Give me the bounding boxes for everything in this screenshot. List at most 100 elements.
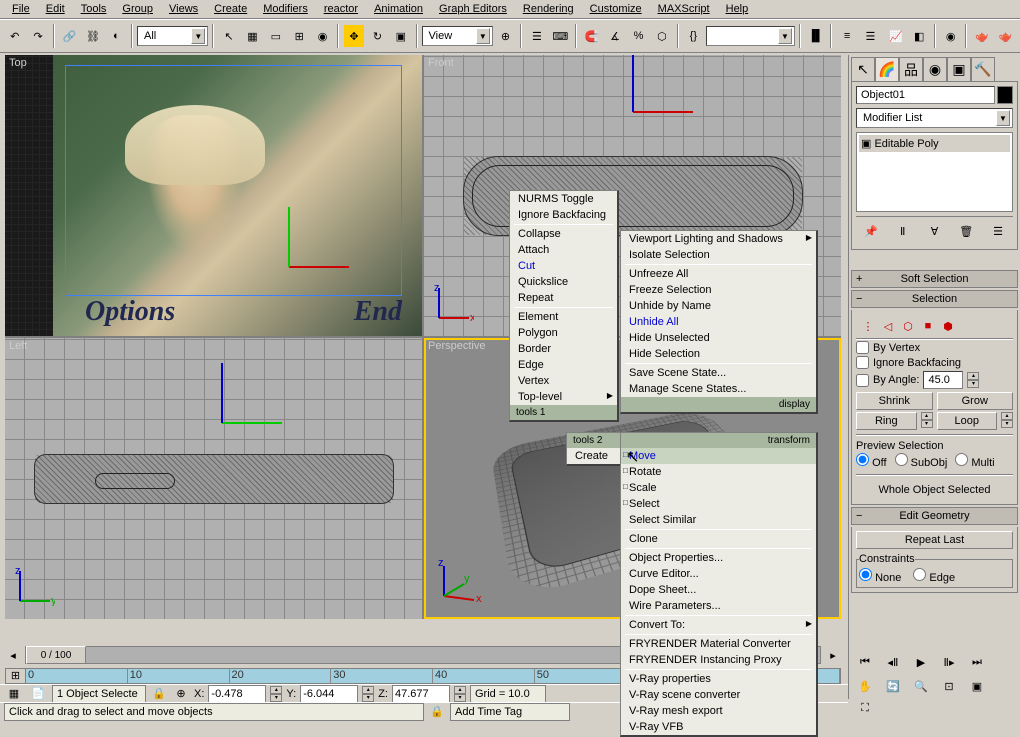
menu-group[interactable]: Group bbox=[114, 1, 161, 17]
angle-snap-button[interactable]: ∡ bbox=[604, 24, 625, 48]
tab-utilities[interactable]: 🔨 bbox=[971, 57, 995, 81]
object-name-input[interactable] bbox=[856, 86, 995, 104]
menu-customize[interactable]: Customize bbox=[582, 1, 650, 17]
ring-button[interactable]: Ring bbox=[856, 412, 917, 430]
ctx-fry-mat[interactable]: FRYRENDER Material Converter bbox=[621, 636, 816, 652]
ctx-freeze[interactable]: Freeze Selection bbox=[621, 282, 816, 298]
ctx-vray-props[interactable]: V-Ray properties bbox=[621, 671, 816, 687]
align-button[interactable]: ≡ bbox=[836, 24, 857, 48]
constraint-none-radio[interactable] bbox=[859, 568, 872, 581]
ctx-hide-unsel[interactable]: Hide Unselected bbox=[621, 330, 816, 346]
ctx-select[interactable]: Select bbox=[621, 496, 816, 512]
ctx-vertex[interactable]: Vertex bbox=[510, 373, 617, 389]
ctx-move[interactable]: Move bbox=[621, 448, 816, 464]
tab-motion[interactable]: ◉ bbox=[923, 57, 947, 81]
subobj-vertex-icon[interactable]: ⋮ bbox=[860, 318, 876, 334]
pin-stack-button[interactable]: 📌 bbox=[861, 221, 881, 241]
x-spinner[interactable]: ▴▾ bbox=[270, 686, 282, 702]
tab-hierarchy[interactable]: 品 bbox=[899, 57, 923, 81]
object-color-swatch[interactable] bbox=[997, 86, 1013, 104]
subobj-edge-icon[interactable]: ◁ bbox=[880, 318, 896, 334]
rollout-editgeom[interactable]: Edit Geometry bbox=[851, 507, 1018, 525]
loop-button[interactable]: Loop bbox=[937, 412, 998, 430]
menu-rendering[interactable]: Rendering bbox=[515, 1, 582, 17]
ctx-cut[interactable]: Cut bbox=[510, 258, 617, 274]
byvertex-checkbox[interactable] bbox=[856, 341, 869, 354]
grow-button[interactable]: Grow bbox=[937, 392, 1014, 410]
rotate-button[interactable]: ↻ bbox=[367, 24, 388, 48]
curve-editor-button[interactable]: 📈 bbox=[885, 24, 906, 48]
tab-modify[interactable]: 🌈 bbox=[875, 57, 899, 81]
select-paint-button[interactable]: ◉ bbox=[312, 24, 333, 48]
ctx-border[interactable]: Border bbox=[510, 341, 617, 357]
zoom-button[interactable]: 🔍 bbox=[908, 676, 934, 696]
configure-button[interactable]: ☰ bbox=[988, 221, 1008, 241]
ctx-vp-lighting[interactable]: Viewport Lighting and Shadows bbox=[621, 231, 816, 247]
goto-start-button[interactable]: ⏮ bbox=[852, 652, 878, 672]
menu-help[interactable]: Help bbox=[718, 1, 757, 17]
z-coord-input[interactable]: 47.677 bbox=[392, 685, 450, 703]
zoom-all-button[interactable]: ⊡ bbox=[936, 676, 962, 696]
move-button[interactable]: ✥ bbox=[343, 24, 364, 48]
link-button[interactable]: 🔗 bbox=[59, 24, 80, 48]
angle-input[interactable] bbox=[923, 371, 963, 389]
menu-file[interactable]: File bbox=[4, 1, 38, 17]
ctx-wireparams[interactable]: Wire Parameters... bbox=[621, 598, 816, 614]
menu-create[interactable]: Create bbox=[206, 1, 255, 17]
selection-filter-combo[interactable]: All▼ bbox=[137, 26, 208, 46]
named-selset-combo[interactable]: ▼ bbox=[706, 26, 795, 46]
viewport-left[interactable]: Left yz bbox=[5, 338, 422, 619]
preview-multi-radio[interactable] bbox=[955, 453, 968, 466]
time-prev-button[interactable]: ◂ bbox=[5, 643, 21, 667]
render-button[interactable]: 🫖 bbox=[995, 24, 1016, 48]
rollout-selection[interactable]: Selection bbox=[851, 290, 1018, 308]
ctx-nurms[interactable]: NURMS Toggle bbox=[510, 191, 617, 207]
select-button[interactable]: ↖ bbox=[218, 24, 239, 48]
maximize-viewport-button[interactable]: ⛶ bbox=[852, 698, 878, 718]
ctx-rotate[interactable]: Rotate bbox=[621, 464, 816, 480]
ctx-manage-state[interactable]: Manage Scene States... bbox=[621, 381, 816, 397]
modifier-stack[interactable]: ▣ Editable Poly bbox=[856, 132, 1013, 212]
layers-button[interactable]: ☰ bbox=[860, 24, 881, 48]
ctx-repeat[interactable]: Repeat bbox=[510, 290, 617, 306]
ctx-clone[interactable]: Clone bbox=[621, 531, 816, 547]
bind-button[interactable]: ◐ bbox=[106, 24, 127, 48]
ctx-curveeditor[interactable]: Curve Editor... bbox=[621, 566, 816, 582]
ctx-select-similar[interactable]: Select Similar bbox=[621, 512, 816, 528]
ctx-polygon[interactable]: Polygon bbox=[510, 325, 617, 341]
schematic-button[interactable]: ◧ bbox=[909, 24, 930, 48]
preview-subobj-radio[interactable] bbox=[895, 453, 908, 466]
subobj-element-icon[interactable]: ⬢ bbox=[940, 318, 956, 334]
viewport-top[interactable]: Top Options End bbox=[5, 55, 422, 336]
time-thumb[interactable]: 0 / 100 bbox=[26, 646, 86, 664]
repeatlast-button[interactable]: Repeat Last bbox=[856, 531, 1013, 549]
rollout-softsel[interactable]: Soft Selection bbox=[851, 270, 1018, 288]
refsys-combo[interactable]: View▼ bbox=[422, 26, 493, 46]
remove-mod-button[interactable]: 🗑 bbox=[956, 221, 976, 241]
tab-display[interactable]: ▣ bbox=[947, 57, 971, 81]
ctx-vray-mesh[interactable]: V-Ray mesh export bbox=[621, 703, 816, 719]
menu-animation[interactable]: Animation bbox=[366, 1, 431, 17]
constraint-edge-radio[interactable] bbox=[913, 568, 926, 581]
pivot-button[interactable]: ⊕ bbox=[495, 24, 516, 48]
next-frame-button[interactable]: Ⅱ▸ bbox=[936, 652, 962, 672]
spinner-snap-button[interactable]: ⬡ bbox=[651, 24, 672, 48]
percent-snap-button[interactable]: % bbox=[628, 24, 649, 48]
z-spinner[interactable]: ▴▾ bbox=[454, 686, 466, 702]
ctx-scale[interactable]: Scale bbox=[621, 480, 816, 496]
timetag-field[interactable]: Add Time Tag bbox=[450, 703, 570, 721]
select-name-button[interactable]: ▦ bbox=[242, 24, 263, 48]
ctx-vray-vfb[interactable]: V-Ray VFB bbox=[621, 719, 816, 735]
material-editor-button[interactable]: ◉ bbox=[940, 24, 961, 48]
script-button[interactable]: 📄 bbox=[28, 686, 48, 702]
redo-button[interactable]: ↷ bbox=[27, 24, 48, 48]
menu-grapheditors[interactable]: Graph Editors bbox=[431, 1, 515, 17]
ctx-dopesheet[interactable]: Dope Sheet... bbox=[621, 582, 816, 598]
manipulate-button[interactable]: ☰ bbox=[526, 24, 547, 48]
abs-rel-button[interactable]: ⊕ bbox=[172, 686, 190, 702]
render-setup-button[interactable]: 🫖 bbox=[971, 24, 992, 48]
menu-reactor[interactable]: reactor bbox=[316, 1, 366, 17]
zoom-extents-button[interactable]: ▣ bbox=[964, 676, 990, 696]
preview-off-radio[interactable] bbox=[856, 453, 869, 466]
menu-modifiers[interactable]: Modifiers bbox=[255, 1, 316, 17]
